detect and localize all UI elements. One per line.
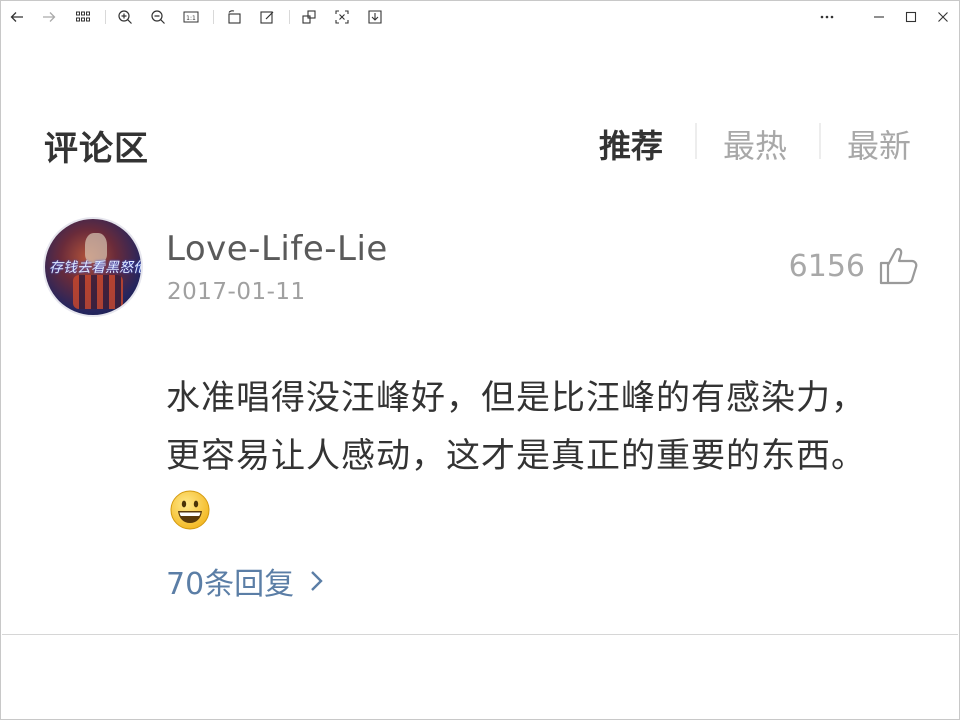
rotate-icon[interactable] [224,7,244,27]
view-replies-link[interactable]: 70条回复 [166,559,326,603]
comment-line: 水准唱得没汪峰好，但是比汪峰的有感染力， [166,378,866,418]
like-button[interactable]: 6156 [789,241,919,291]
save-icon[interactable] [365,7,385,27]
tab-newest[interactable]: 最新 [847,121,911,167]
comment-date: 2017-01-11 [167,279,306,305]
chevron-right-icon [311,571,323,591]
thumbnail-strip [2,634,958,719]
image-viewer-window: 1:1 评论区 推荐 最热 最新 存钱去看黑怒伦 Love-Life-Lie 2… [0,0,960,720]
grid-view-icon[interactable] [73,7,93,27]
more-icon[interactable] [817,7,837,27]
edit-icon[interactable] [257,7,277,27]
tab-divider [695,123,697,159]
actual-size-icon[interactable]: 1:1 [181,7,201,27]
back-arrow-icon[interactable] [7,7,27,27]
sort-tabs: 推荐 最热 最新 [599,121,919,165]
tab-divider [819,123,821,159]
replies-label: 70条回复 [166,567,295,602]
zoom-out-icon[interactable] [148,7,168,27]
avatar[interactable]: 存钱去看黑怒伦 [45,219,141,315]
comment-username[interactable]: Love-Life-Lie [166,229,388,269]
comment-section-title: 评论区 [44,129,149,169]
tab-hottest[interactable]: 最热 [723,121,787,167]
toolbar-divider [213,10,214,24]
close-icon[interactable] [933,7,953,27]
tab-recommended[interactable]: 推荐 [599,121,663,167]
actual-size-label: 1:1 [186,15,196,22]
viewer-toolbar: 1:1 [1,1,959,33]
avatar-text: 存钱去看黑怒伦 [49,260,141,276]
avatar-pattern [73,275,123,309]
comment-line: 更容易让人感动，这才是真正的重要的东西。 [166,436,866,476]
zoom-in-icon[interactable] [115,7,135,27]
grinning-face-icon [169,489,211,531]
toolbar-divider [105,10,106,24]
thumbs-up-icon[interactable] [877,245,919,287]
fullscreen-icon[interactable] [332,7,352,27]
crop-icon[interactable] [299,7,319,27]
like-count: 6156 [788,248,865,284]
comment-text: 水准唱得没汪峰好，但是比汪峰的有感染力， 更容易让人感动，这才是真正的重要的东西… [166,369,926,485]
toolbar-divider [289,10,290,24]
forward-arrow-icon[interactable] [39,7,59,27]
minimize-icon[interactable] [869,7,889,27]
maximize-icon[interactable] [901,7,921,27]
